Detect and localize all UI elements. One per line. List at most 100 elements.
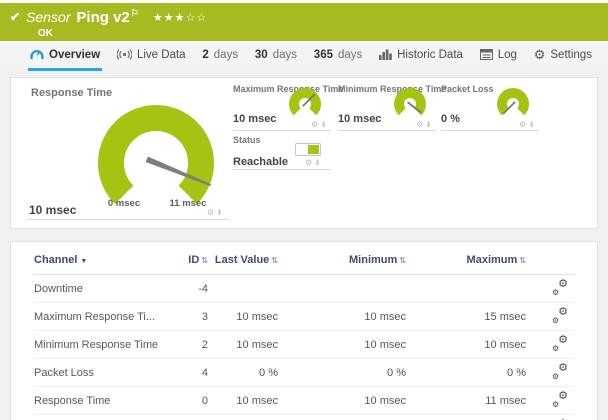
cell-channel[interactable]: Minimum Response Time <box>34 331 162 359</box>
max-response-time-value: 10 msec <box>233 113 277 125</box>
sort-icon: ⇅ <box>399 256 406 265</box>
tab-historic-data-label: Historic Data <box>397 48 463 61</box>
tab-overview[interactable]: Overview <box>28 41 103 71</box>
table-row-packet-loss[interactable]: Packet Loss 4 0 % 0 % 0 % ⚙ ⚙ <box>34 359 574 387</box>
cell-id: -4 <box>198 282 208 295</box>
cell-maximum: 11 msec <box>485 394 526 407</box>
header-last-value[interactable]: Last Value ⇅ <box>212 242 282 275</box>
bar-chart-icon <box>379 49 392 60</box>
cell-maximum: Reachable <box>410 415 530 420</box>
channel-table: Channel ▼ ID ⇅ Last Value ⇅ Minimum ⇅ Maximu… <box>34 242 574 420</box>
cell-id: 1 <box>162 415 212 420</box>
tab-log[interactable]: Log <box>478 41 519 71</box>
cell-channel[interactable]: Status <box>34 415 162 420</box>
status-led-indicator <box>295 143 321 156</box>
table-row-response-time[interactable]: Response Time 0 10 msec 10 msec 11 msec … <box>34 387 574 415</box>
cell-minimum: 0 % <box>387 366 406 379</box>
flag-icon[interactable]: ⚐ <box>131 8 139 18</box>
min-response-time-gauge <box>394 88 426 116</box>
gauge-settings-icons[interactable]: ⚙⇟ <box>207 208 225 217</box>
cell-id: 2 <box>201 338 208 351</box>
cell-id: 4 <box>201 366 208 379</box>
pin-icon[interactable]: ⇟ <box>314 158 323 167</box>
gear-small-icon[interactable]: ⚙ <box>519 120 528 129</box>
pin-icon[interactable]: ⇟ <box>216 208 225 217</box>
cell-channel[interactable]: Downtime <box>34 275 162 303</box>
channel-settings-icon[interactable]: ⚙ ⚙ <box>552 362 568 381</box>
gauge-scale-min: 0 msec <box>107 198 141 209</box>
channel-settings-icon[interactable]: ⚙ ⚙ <box>552 334 568 353</box>
cell-channel[interactable]: Maximum Response Ti... <box>34 303 162 331</box>
gear-small-icon[interactable]: ⚙ <box>207 208 216 217</box>
gauge-scale-max: 11 msec <box>169 198 207 209</box>
cell-minimum: Reachable <box>282 415 410 420</box>
cell-minimum: 10 msec <box>364 310 406 323</box>
table-row-status[interactable]: Status 1 Reachable Reachable Reachable ⚙… <box>34 415 574 420</box>
min-response-time-value: 10 msec <box>338 113 382 125</box>
gauge-settings-icons[interactable]: ⚙⇟ <box>311 120 329 129</box>
header-id[interactable]: ID ⇅ <box>162 242 212 275</box>
tab-settings-label: Settings <box>550 48 592 61</box>
header-minimum[interactable]: Minimum ⇅ <box>282 242 410 275</box>
stars-filled: ★★★ <box>152 11 186 24</box>
tab-365-days[interactable]: 365 days <box>312 41 364 71</box>
header-channel[interactable]: Channel ▼ <box>34 242 162 275</box>
tab-30-days[interactable]: 30 days <box>253 41 299 71</box>
tab-365-days-unit: days <box>337 48 363 61</box>
table-header-row: Channel ▼ ID ⇅ Last Value ⇅ Minimum ⇅ Maximu… <box>34 242 574 275</box>
divider <box>441 130 539 131</box>
sort-desc-icon: ▼ <box>80 258 88 265</box>
priority-stars[interactable]: ★★★☆☆ <box>153 11 207 24</box>
response-time-gauge <box>98 104 214 204</box>
table-row-min-response[interactable]: Minimum Response Time 2 10 msec 10 msec … <box>34 331 574 359</box>
header-maximum-label: Maximum <box>466 254 518 266</box>
cell-channel[interactable]: Response Time <box>34 387 162 415</box>
gear-icon: ⚙ <box>533 47 546 62</box>
gear-small-icon[interactable]: ⚙ <box>311 120 320 129</box>
gauge-settings-icons[interactable]: ⚙⇟ <box>519 120 537 129</box>
gauge-settings-icons[interactable]: ⚙⇟ <box>305 158 323 167</box>
header-channel-label: Channel <box>34 254 78 266</box>
sort-icon: ⇅ <box>201 256 208 265</box>
gauge-settings-icons[interactable]: ⚙⇟ <box>416 120 434 129</box>
divider <box>338 130 436 131</box>
gear-small-icon[interactable]: ⚙ <box>305 158 314 167</box>
sensor-name-text: Ping v2 <box>76 9 130 26</box>
tab-live-data[interactable]: Live Data <box>115 41 188 71</box>
pin-icon[interactable]: ⇟ <box>425 120 434 129</box>
cell-id: 3 <box>201 310 208 323</box>
gear-small-icon[interactable]: ⚙ <box>416 120 425 129</box>
cell-maximum <box>410 275 530 303</box>
divider <box>27 219 229 220</box>
tab-2-days[interactable]: 2 days <box>200 41 240 71</box>
header-maximum[interactable]: Maximum ⇅ <box>410 242 530 275</box>
tab-historic-data[interactable]: Historic Data <box>377 41 465 71</box>
pin-icon[interactable]: ⇟ <box>528 120 537 129</box>
tab-settings[interactable]: ⚙ Settings <box>532 41 594 71</box>
status-led-on <box>308 145 319 154</box>
status-cell: Status Reachable ⚙⇟ <box>233 135 331 185</box>
tab-log-label: Log <box>497 48 517 61</box>
sensor-name: Ping v2⚐ <box>76 8 138 26</box>
table-row-max-response[interactable]: Maximum Response Ti... 3 10 msec 10 msec… <box>34 303 574 331</box>
divider <box>233 130 331 131</box>
cell-last-value <box>212 275 282 303</box>
sensor-type-label: Sensor <box>26 9 71 25</box>
channel-settings-icon[interactable]: ⚙ ⚙ <box>552 278 568 297</box>
channel-settings-icon[interactable]: ⚙ ⚙ <box>552 390 568 409</box>
max-response-time-cell: Maximum Response Time 10 msec ⚙⇟ <box>233 84 343 134</box>
channel-settings-icon[interactable]: ⚙ ⚙ <box>552 306 568 325</box>
cell-minimum: 10 msec <box>364 394 406 407</box>
packet-loss-gauge <box>497 88 529 116</box>
status-value: Reachable <box>233 156 289 168</box>
cell-channel[interactable]: Packet Loss <box>34 359 162 387</box>
pin-icon[interactable]: ⇟ <box>320 120 329 129</box>
packet-loss-value: 0 % <box>441 113 460 125</box>
cell-maximum: 0 % <box>507 366 526 379</box>
tab-365-days-number: 365 <box>313 48 333 61</box>
cell-maximum: 10 msec <box>484 338 526 351</box>
table-row-downtime[interactable]: Downtime -4 ⚙ ⚙ <box>34 275 574 303</box>
tab-live-data-label: Live Data <box>136 48 186 61</box>
max-response-time-gauge <box>289 88 321 116</box>
tab-2-days-number: 2 <box>202 48 209 61</box>
